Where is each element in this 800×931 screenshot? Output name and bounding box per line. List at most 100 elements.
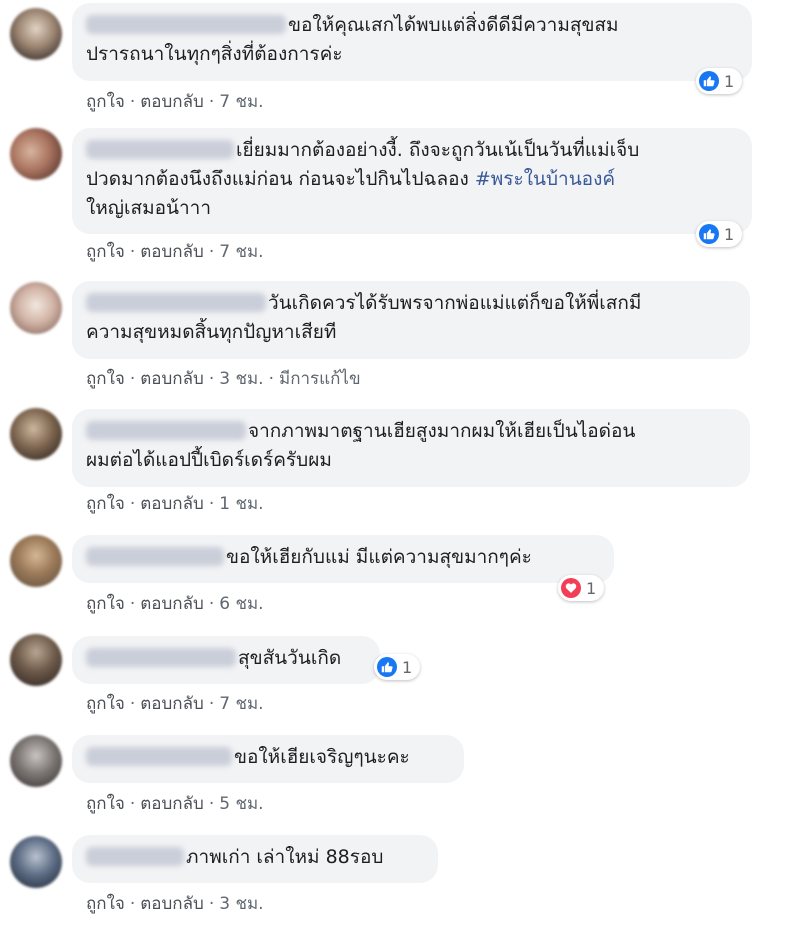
comment-text-line: ขอให้เฮียกับแม่ มีแต่ความสุขมากๆค่ะ xyxy=(226,546,532,568)
separator: · xyxy=(129,694,136,714)
commenter-name-blurred[interactable] xyxy=(86,293,266,312)
like-link[interactable]: ถูกใจ xyxy=(86,894,125,914)
timestamp[interactable]: 7 ชม. xyxy=(219,92,263,112)
comment-text-line: สุขสันวันเกิด xyxy=(238,647,342,669)
timestamp[interactable]: 7 ชม. xyxy=(219,694,263,714)
comment-bubble: วันเกิดควรได้รับพรจากพ่อแม่แต่ก็ขอให้พี่… xyxy=(72,281,750,359)
separator: · xyxy=(208,494,215,514)
comment-actions: ถูกใจ · ตอบกลับ · 7 ชม. xyxy=(86,88,264,115)
comment-actions: ถูกใจ · ตอบกลับ · 3 ชม. xyxy=(86,890,264,917)
like-link[interactable]: ถูกใจ xyxy=(86,694,125,714)
separator: · xyxy=(208,369,215,389)
commenter-name-blurred[interactable] xyxy=(86,547,224,566)
avatar[interactable] xyxy=(10,128,62,180)
reply-link[interactable]: ตอบกลับ xyxy=(140,894,204,914)
reaction-count[interactable]: 1 xyxy=(558,575,605,601)
reaction-number: 1 xyxy=(586,578,597,598)
comment-bubble: เยี่ยมมากต้องอย่างงี้. ถึงจะถูกวันเน้เป็… xyxy=(72,128,752,234)
avatar[interactable] xyxy=(10,282,62,334)
like-link[interactable]: ถูกใจ xyxy=(86,794,125,814)
comment-bubble: ขอให้เฮียเจริญๆนะคะ xyxy=(72,735,464,783)
comment-text-line: ผมต่อได้แอปปี้เบิดร์เดร์ครับผม xyxy=(86,449,332,471)
thumbs-up-icon xyxy=(377,657,397,677)
separator: · xyxy=(129,594,136,614)
comment-actions: ถูกใจ · ตอบกลับ · 1 ชม. xyxy=(86,490,264,517)
reaction-count[interactable]: 1 xyxy=(374,654,421,680)
commenter-name-blurred[interactable] xyxy=(86,421,246,440)
separator: · xyxy=(208,794,215,814)
reaction-number: 1 xyxy=(724,224,735,244)
comment-bubble: สุขสันวันเกิด xyxy=(72,636,380,684)
reply-link[interactable]: ตอบกลับ xyxy=(140,242,204,262)
like-link[interactable]: ถูกใจ xyxy=(86,494,125,514)
reply-link[interactable]: ตอบกลับ xyxy=(140,92,204,112)
edited-label[interactable]: มีการแก้ไข xyxy=(279,369,361,389)
timestamp[interactable]: 6 ชม. xyxy=(219,594,263,614)
timestamp[interactable]: 3 ชม. xyxy=(219,369,263,389)
comment-text-line: ขอให้เฮียเจริญๆนะคะ xyxy=(234,746,410,768)
comment-text-line: ปรารถนาในทุกๆสิ่งที่ต้องการค่ะ xyxy=(86,43,343,65)
commenter-name-blurred[interactable] xyxy=(86,140,234,159)
separator: · xyxy=(129,242,136,262)
timestamp[interactable]: 1 ชม. xyxy=(219,494,263,514)
avatar[interactable] xyxy=(10,634,62,686)
avatar[interactable] xyxy=(10,836,62,888)
separator: · xyxy=(129,494,136,514)
separator: · xyxy=(129,894,136,914)
separator: · xyxy=(208,92,215,112)
comment-text-line: ความสุขหมดสิ้นทุกปัญหาเสียที xyxy=(86,321,337,343)
separator: · xyxy=(208,594,215,614)
separator: · xyxy=(268,369,274,389)
comment-actions: ถูกใจ · ตอบกลับ · 3 ชม. · มีการแก้ไข xyxy=(86,365,361,392)
commenter-name-blurred[interactable] xyxy=(86,15,286,34)
reaction-number: 1 xyxy=(724,71,735,91)
comment-bubble: ภาพเก่า เล่าใหม่ 88รอบ xyxy=(72,835,438,883)
timestamp[interactable]: 7 ชม. xyxy=(219,242,263,262)
thumbs-up-icon xyxy=(699,224,719,244)
reply-link[interactable]: ตอบกลับ xyxy=(140,694,204,714)
comment-text-line: ภาพเก่า เล่าใหม่ 88รอบ xyxy=(186,846,384,868)
like-link[interactable]: ถูกใจ xyxy=(86,92,125,112)
separator: · xyxy=(208,894,215,914)
commenter-name-blurred[interactable] xyxy=(86,847,184,866)
timestamp[interactable]: 3 ชม. xyxy=(219,894,263,914)
comment-actions: ถูกใจ · ตอบกลับ · 7 ชม. xyxy=(86,690,264,717)
avatar[interactable] xyxy=(10,8,62,60)
comment-text-line: ปวดมากต้องนึงถึงแม่ก่อน ก่อนจะไปกินไปฉลอ… xyxy=(86,168,475,190)
commenter-name-blurred[interactable] xyxy=(86,747,232,766)
comment-actions: ถูกใจ · ตอบกลับ · 5 ชม. xyxy=(86,790,264,817)
like-link[interactable]: ถูกใจ xyxy=(86,369,125,389)
separator: · xyxy=(129,369,136,389)
comment-bubble: ขอให้เฮียกับแม่ มีแต่ความสุขมากๆค่ะ xyxy=(72,535,614,583)
comment-text-line: ใหญ่เสมอน้าาา xyxy=(86,197,212,219)
like-link[interactable]: ถูกใจ xyxy=(86,242,125,262)
avatar[interactable] xyxy=(10,535,62,587)
comment-bubble: จากภาพมาตฐานเฮียสูงมากผมให้เฮียเป็นไอด่อ… xyxy=(72,409,750,487)
heart-icon xyxy=(561,578,581,598)
separator: · xyxy=(208,694,215,714)
comment-text-line: วันเกิดควรได้รับพรจากพ่อแม่แต่ก็ขอให้พี่… xyxy=(268,292,642,314)
timestamp[interactable]: 5 ชม. xyxy=(219,794,263,814)
like-link[interactable]: ถูกใจ xyxy=(86,594,125,614)
reaction-number: 1 xyxy=(402,657,413,677)
comment-text-line: ขอให้คุณเสกได้พบแต่สิ่งดีดีมีความสุขสม xyxy=(288,14,619,36)
separator: · xyxy=(129,92,136,112)
reply-link[interactable]: ตอบกลับ xyxy=(140,369,204,389)
avatar[interactable] xyxy=(10,408,62,460)
comment-actions: ถูกใจ · ตอบกลับ · 6 ชม. xyxy=(86,590,264,617)
commenter-name-blurred[interactable] xyxy=(86,648,236,667)
comment-bubble: ขอให้คุณเสกได้พบแต่สิ่งดีดีมีความสุขสม ป… xyxy=(72,3,752,81)
reaction-count[interactable]: 1 xyxy=(696,221,743,247)
avatar[interactable] xyxy=(10,735,62,787)
reply-link[interactable]: ตอบกลับ xyxy=(140,494,204,514)
separator: · xyxy=(129,794,136,814)
reaction-count[interactable]: 1 xyxy=(696,68,743,94)
reply-link[interactable]: ตอบกลับ xyxy=(140,794,204,814)
comment-actions: ถูกใจ · ตอบกลับ · 7 ชม. xyxy=(86,238,264,265)
thumbs-up-icon xyxy=(699,71,719,91)
hashtag-link[interactable]: #พระในบ้านองค์ xyxy=(475,168,615,190)
comment-text-line: เยี่ยมมากต้องอย่างงี้. ถึงจะถูกวันเน้เป็… xyxy=(236,139,640,161)
separator: · xyxy=(208,242,215,262)
reply-link[interactable]: ตอบกลับ xyxy=(140,594,204,614)
comment-text-line: จากภาพมาตฐานเฮียสูงมากผมให้เฮียเป็นไอด่อ… xyxy=(248,420,636,442)
